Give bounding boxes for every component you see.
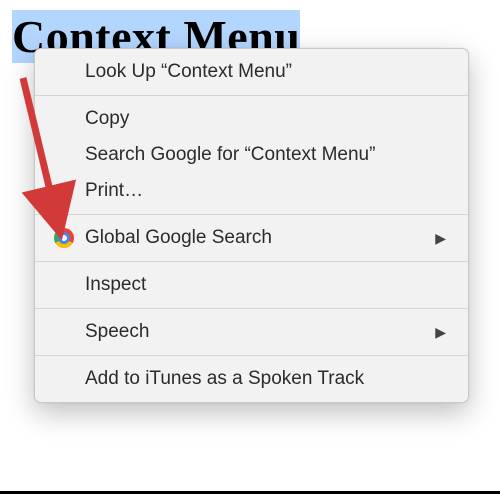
menu-separator [35, 214, 468, 215]
menu-item-label: Look Up “Context Menu” [85, 58, 292, 86]
menu-item-search-google[interactable]: Search Google for “Context Menu” [35, 137, 468, 173]
menu-item-print[interactable]: Print… [35, 173, 468, 209]
context-menu: Look Up “Context Menu” Copy Search Googl… [34, 48, 469, 403]
menu-item-speech[interactable]: Speech ▶ [35, 314, 468, 350]
menu-separator [35, 355, 468, 356]
menu-item-copy[interactable]: Copy [35, 101, 468, 137]
menu-item-label: Search Google for “Context Menu” [85, 141, 375, 169]
submenu-arrow-icon: ▶ [435, 224, 446, 252]
menu-item-label: Copy [85, 105, 129, 133]
chrome-icon [53, 227, 75, 249]
menu-item-label: Global Google Search [85, 224, 272, 252]
menu-item-lookup[interactable]: Look Up “Context Menu” [35, 54, 468, 90]
menu-item-inspect[interactable]: Inspect [35, 267, 468, 303]
submenu-arrow-icon: ▶ [435, 318, 446, 346]
menu-item-add-to-itunes[interactable]: Add to iTunes as a Spoken Track [35, 361, 468, 397]
menu-item-label: Print… [85, 177, 143, 205]
menu-item-global-google-search[interactable]: Global Google Search ▶ [35, 220, 468, 256]
page-bottom-border [0, 491, 500, 494]
menu-separator [35, 308, 468, 309]
menu-item-label: Add to iTunes as a Spoken Track [85, 365, 364, 393]
menu-item-label: Inspect [85, 271, 146, 299]
menu-item-label: Speech [85, 318, 149, 346]
menu-separator [35, 95, 468, 96]
menu-separator [35, 261, 468, 262]
